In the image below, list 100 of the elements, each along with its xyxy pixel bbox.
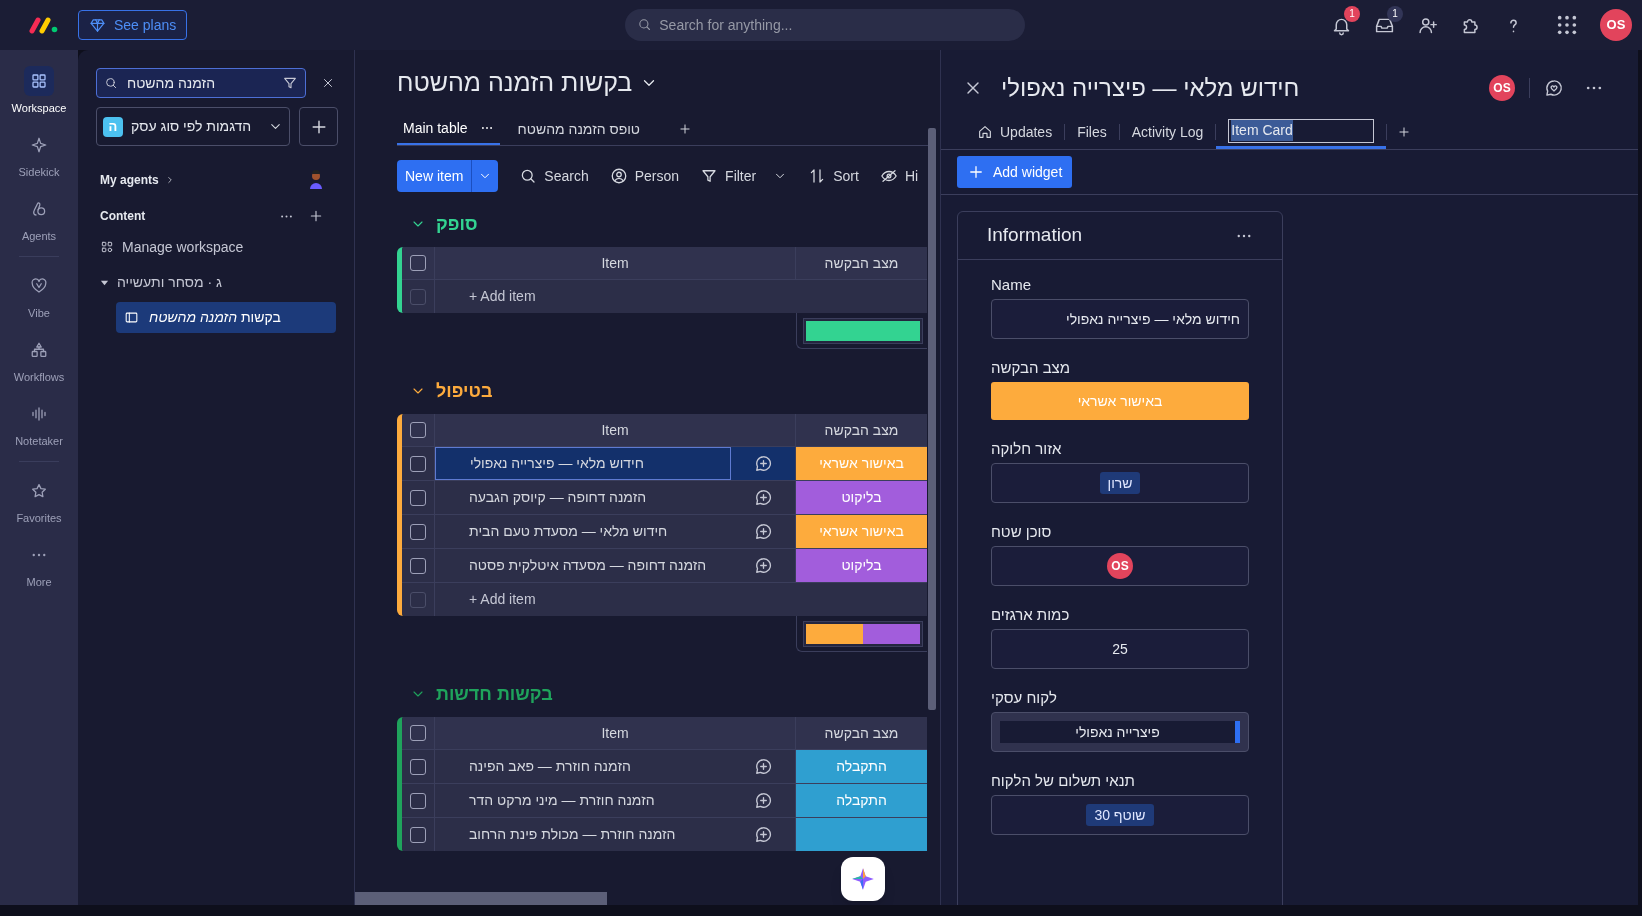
column-header: מצב הבקשה [823,723,900,743]
rail-item[interactable]: Agents [0,186,78,250]
number-field[interactable]: 25 [991,629,1249,669]
linked-item[interactable]: פיצרייה נאפולי [1000,721,1240,743]
status-cell[interactable] [796,818,927,851]
checkbox[interactable] [410,489,426,506]
search-field[interactable]: הזמנה מהשטח [96,68,306,98]
filter-tool-button[interactable]: Filter [700,165,788,187]
manage-icon [100,240,114,254]
item-name[interactable]: הזמנה חוזרת — מיני מרקט הדר [435,784,731,817]
field-label: תנאי תשלום של הלקוח [991,771,1135,790]
workspace-badge: ה [103,116,123,137]
checkbox[interactable] [410,523,426,540]
card-title: Information [987,223,1083,248]
item-name[interactable]: חידוש מלאי — פיצרייה נאפולי [435,447,731,480]
sidekick-icon [30,136,48,154]
checkbox[interactable] [410,255,426,271]
checkbox[interactable] [410,725,426,741]
inbox-badge: 1 [1387,5,1403,22]
tab-name-field[interactable]: Item Card [1228,118,1375,143]
panel-tab[interactable]: Activity Log [1119,115,1216,149]
search-tool-button[interactable]: Search [519,165,589,187]
diamond-icon [89,16,106,34]
plus-icon [308,208,324,224]
checkbox[interactable] [410,758,426,775]
person-avatar[interactable]: OS [1107,553,1133,579]
close-icon [321,76,335,90]
name-field[interactable]: חידוש מלאי — פיצרייה נאפולי [991,299,1249,339]
workspace-icon [30,72,48,90]
sidekick-button[interactable] [841,857,885,901]
add-widget-button[interactable]: Add widget [957,156,1073,188]
chat-heart-icon [1544,78,1564,98]
view-tab[interactable]: Main table [397,113,500,145]
rail-item[interactable]: More [0,532,78,596]
rail-item[interactable]: Workflows [0,327,78,391]
add-comment-icon [753,825,773,844]
item-name[interactable]: הזמנה חוזרת — פאב הפינה [435,750,731,783]
item-name[interactable]: חידוש מלאי — מסעדת טעם הבית [435,515,731,548]
user-avatar[interactable]: OS [1600,9,1632,41]
search-icon [104,76,118,90]
add-button[interactable] [299,107,338,146]
item-name[interactable]: הזמנה דחופה — מסעדה איטלקית פסטה [435,549,731,582]
group-header[interactable]: סופק [410,212,927,236]
column-header: מצב הבקשה [823,420,900,440]
folder-item[interactable]: ג · מסחר ותעשייה [78,270,354,294]
add-comment-icon [753,488,773,507]
checkbox[interactable] [410,557,426,574]
search-field[interactable]: Search for anything... [625,9,1026,41]
field-label: אזור חלוקה [991,439,1062,458]
manage-workspace-link[interactable]: Manage workspace [100,236,354,258]
scrollbar[interactable] [355,892,607,905]
sort-tool-button[interactable]: Sort [808,165,859,187]
column-header: מצב הבקשה [823,253,900,273]
vibe-icon [30,277,48,295]
panel-tab[interactable]: Files [1065,115,1119,149]
empty-row-square [410,591,426,608]
add-view-icon [678,122,692,136]
panel-tab[interactable]: Updates [965,115,1065,149]
group-header[interactable]: בטיפול [410,379,927,403]
checkbox[interactable] [410,826,426,843]
add-comment-icon [753,791,773,810]
rail-item[interactable]: Sidekick [0,122,78,186]
item-title[interactable]: חידוש מלאי — פיצרייה נאפולי [1001,70,1300,106]
hide-tool-button[interactable]: Hi [879,165,919,187]
field-label: Name [991,275,1031,294]
item-name[interactable]: הזמנה דחופה — קיוסק הגבעה [435,481,731,514]
agent-avatar-icon [308,170,324,190]
workspace-name: הדגמות לפי סוג עסק [131,117,253,136]
rail-item[interactable]: Notetaker [0,391,78,455]
person-tool-button[interactable]: Person [609,165,680,187]
tag[interactable]: שרון [1099,472,1141,494]
agents-icon [30,200,48,218]
checkbox[interactable] [410,455,426,472]
workspace-dropdown[interactable]: ה הדגמות לפי סוג עסק [96,107,290,146]
notetaker-icon [30,405,48,423]
board-icon [124,310,139,325]
status-cell[interactable]: בליקוט [796,549,927,582]
rail-item[interactable]: Favorites [0,468,78,532]
scrollbar[interactable] [928,128,936,710]
checkbox[interactable] [410,422,426,438]
new-item-button[interactable]: New item [397,160,499,192]
apps-grid-icon[interactable] [1556,14,1578,36]
field-label: סוכן שטח [991,522,1052,541]
workflows-icon [30,341,48,359]
rail-item[interactable]: Workspace [0,58,78,122]
group-header[interactable]: בקשות חדשות [410,682,927,706]
user-avatar[interactable]: OS [1489,75,1515,101]
plus-icon [967,163,985,181]
board-item[interactable]: בקשות הזמנה מהשטח [116,302,336,333]
view-tab[interactable]: טופס הזמנה מהשטח [511,113,646,145]
add-comment-icon [753,522,773,541]
tag[interactable]: שוטף 30 [1086,804,1154,826]
checkbox[interactable] [410,792,426,809]
board-title[interactable]: בקשות הזמנה מהשטח [397,66,940,100]
rail-item[interactable]: Vibe [0,263,78,327]
see-plans-button[interactable]: See plans [78,10,188,40]
field-label: כמות ארגזים [991,605,1070,624]
logo[interactable] [29,16,59,34]
my-agents-link[interactable]: My agents [100,171,175,189]
status-cell[interactable]: בליקוט [796,481,927,514]
